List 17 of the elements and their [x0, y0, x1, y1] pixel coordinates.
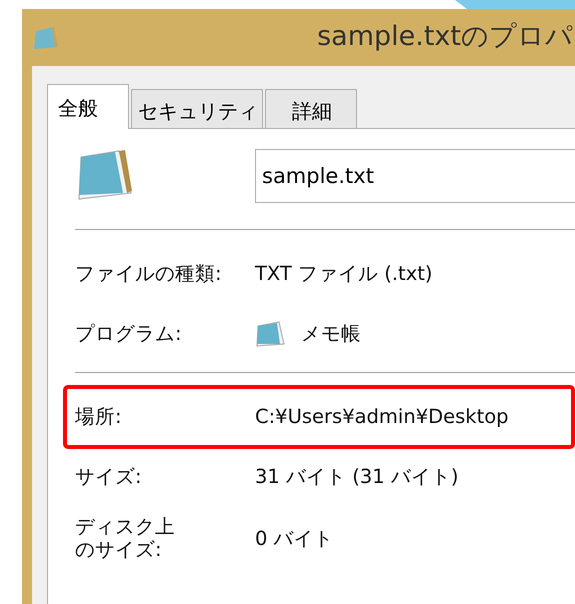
field-label: ディスク上のサイズ:: [75, 515, 176, 562]
field-value: 0 バイト: [255, 526, 334, 552]
notepad-icon: [32, 24, 60, 50]
field-value: C:¥Users¥admin¥Desktop: [255, 404, 509, 430]
file-name-field[interactable]: sample.txt: [255, 149, 575, 203]
field-label: プログラム:: [75, 321, 183, 348]
field-label: 場所:: [75, 404, 123, 430]
field-label: サイズ:: [75, 464, 143, 490]
tab[interactable]: 詳細: [265, 89, 357, 128]
field-value: TXT ファイル (.txt): [255, 261, 432, 288]
tab[interactable]: セキュリティ: [131, 89, 263, 128]
window-title: sample.txtのプロパ: [317, 20, 573, 54]
notepad-icon: [255, 320, 285, 348]
field-label: ファイルの種類:: [75, 261, 223, 288]
field-value: 31 バイト (31 バイト): [255, 464, 458, 490]
tab[interactable]: 全般: [47, 84, 129, 129]
field-value: メモ帳: [301, 321, 361, 348]
